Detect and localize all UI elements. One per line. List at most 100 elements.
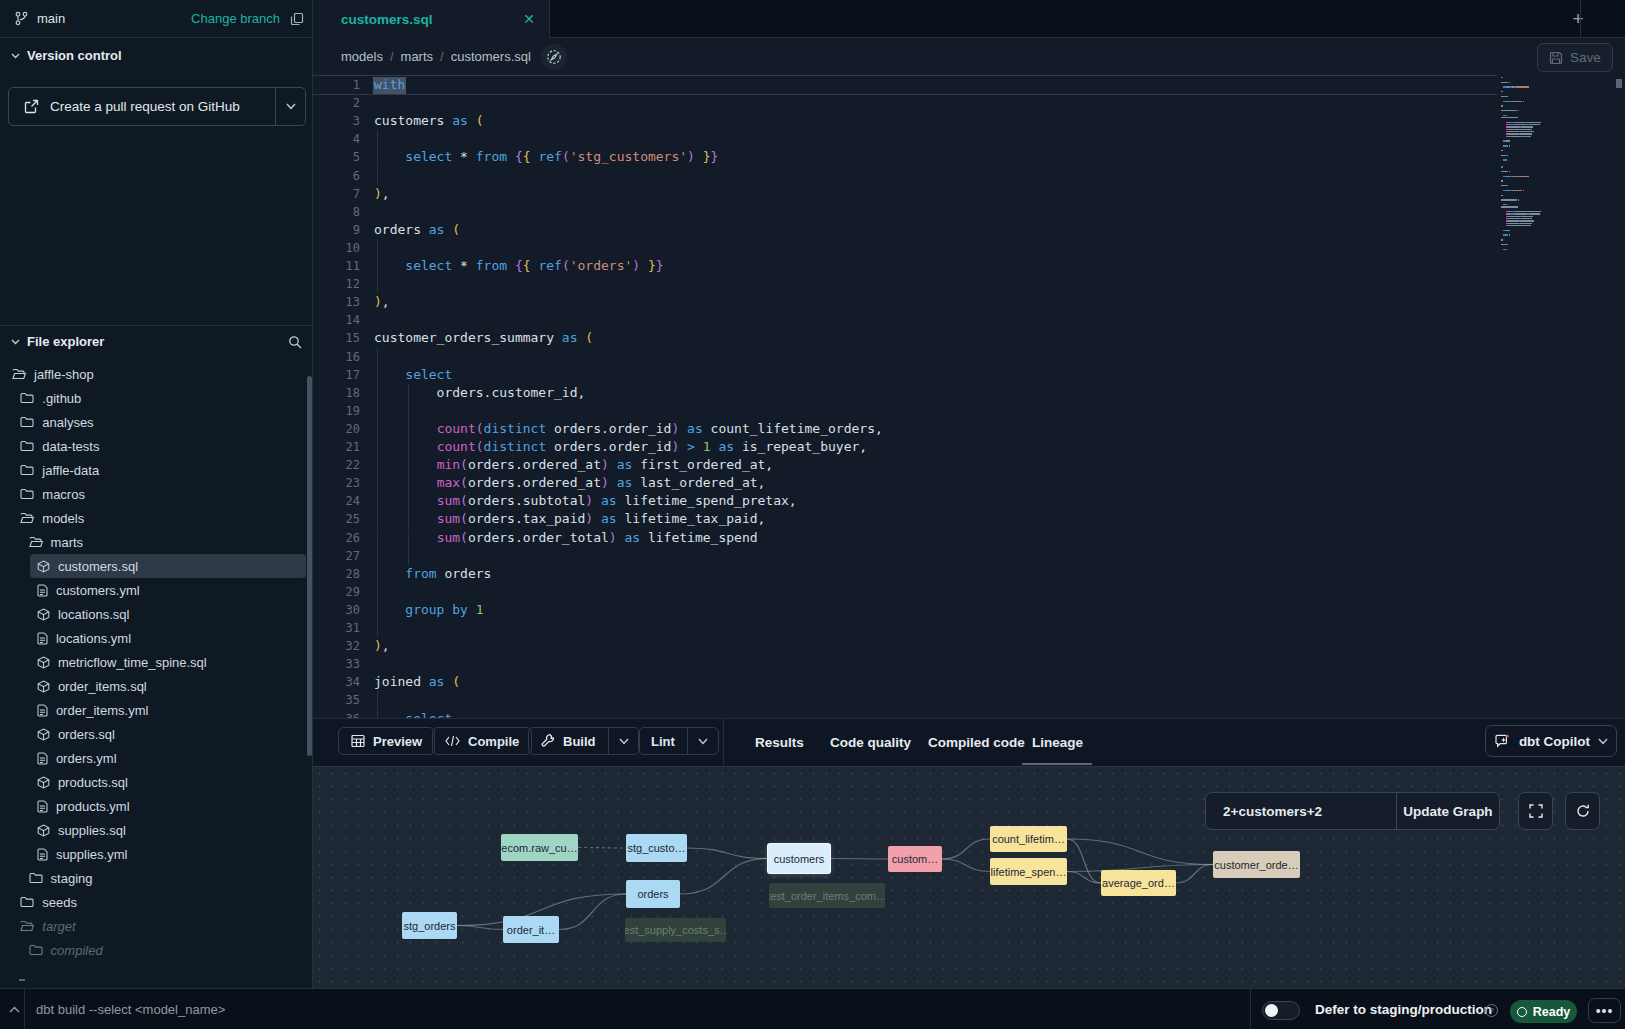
tab-lineage[interactable]: Lineage: [1032, 719, 1083, 765]
lint-dropdown-chevron[interactable]: [687, 728, 718, 754]
tab-compiled-code[interactable]: Compiled code: [928, 719, 1025, 765]
close-icon[interactable]: ✕: [523, 11, 535, 27]
model-cube-icon: [37, 680, 50, 693]
tab-bar: customers.sql ✕ +: [313, 0, 1625, 38]
version-control-title: Version control: [27, 48, 122, 63]
file-tree-item[interactable]: order_items.yml: [0, 698, 312, 722]
more-options-button[interactable]: •••: [1588, 998, 1621, 1023]
lint-button[interactable]: Lint: [638, 727, 719, 755]
chevron-down-icon: [1598, 738, 1608, 745]
tab-results[interactable]: Results: [755, 719, 804, 765]
ready-status-badge[interactable]: Ready: [1510, 1000, 1577, 1023]
lineage-node[interactable]: count_lifetim…: [990, 826, 1067, 852]
lineage-compass-icon[interactable]: [541, 44, 567, 70]
compile-button[interactable]: Compile: [432, 727, 532, 755]
preview-button[interactable]: Preview: [338, 727, 435, 755]
file-tree-item[interactable]: customers.yml: [0, 578, 312, 602]
lineage-node[interactable]: lifetime_spen…: [990, 858, 1067, 885]
breadcrumb-item[interactable]: marts: [401, 49, 434, 64]
file-tree-item[interactable]: models: [0, 506, 312, 530]
file-tree-item[interactable]: supplies.yml: [0, 842, 312, 866]
file-tree-item[interactable]: analyses: [0, 410, 312, 434]
file-tree-item[interactable]: jaffle-shop: [0, 362, 312, 386]
model-cube-icon: [37, 824, 50, 837]
lineage-node[interactable]: test_order_items_com…: [769, 883, 885, 908]
file-explorer-header[interactable]: File explorer: [11, 334, 302, 349]
file-tree-item[interactable]: .github: [0, 386, 312, 410]
file-tree-item[interactable]: data-tests: [0, 434, 312, 458]
lineage-node[interactable]: average_ord…: [1101, 870, 1176, 896]
file-tree-item[interactable]: customers.sql: [0, 554, 312, 578]
file-tree-item[interactable]: locations.sql: [0, 602, 312, 626]
file-tree-item[interactable]: locations.yml: [0, 626, 312, 650]
tab-code-quality[interactable]: Code quality: [830, 719, 911, 765]
create-pr-button[interactable]: Create a pull request on GitHub: [8, 87, 306, 126]
lineage-node[interactable]: ecom.raw_cu…: [501, 834, 578, 861]
build-button[interactable]: Build: [528, 727, 640, 755]
lineage-node[interactable]: orders: [626, 880, 680, 908]
version-control-header[interactable]: Version control: [11, 48, 301, 63]
build-dropdown-chevron[interactable]: [608, 728, 639, 754]
pr-dropdown-chevron[interactable]: [275, 88, 305, 125]
file-tree-item[interactable]: marts: [0, 530, 312, 554]
file-tree-item[interactable]: products.sql: [0, 770, 312, 794]
file-tree-item[interactable]: target: [0, 914, 312, 938]
wrench-icon: [541, 734, 555, 748]
refresh-button[interactable]: [1565, 792, 1600, 830]
chevron-down-icon: [11, 53, 20, 59]
file-tree-item[interactable]: jaffle-data: [0, 458, 312, 482]
file-doc-icon: [37, 752, 48, 765]
tab-customers-sql[interactable]: customers.sql ✕: [313, 0, 550, 38]
create-pr-button-main[interactable]: Create a pull request on GitHub: [9, 88, 275, 125]
save-button[interactable]: Save: [1537, 43, 1613, 72]
search-icon[interactable]: [288, 335, 302, 349]
file-tree-item[interactable]: products.yml: [0, 794, 312, 818]
copy-icon[interactable]: [290, 12, 304, 26]
breadcrumb-item[interactable]: models: [341, 49, 383, 64]
file-tree-item[interactable]: metricflow_time_spine.sql: [0, 650, 312, 674]
model-cube-icon: [37, 560, 50, 573]
code-editor[interactable]: 1234567891011121314151617181920212223242…: [313, 75, 1625, 718]
file-tree-item[interactable]: supplies.sql: [0, 818, 312, 842]
file-tree-item[interactable]: orders.yml: [0, 746, 312, 770]
editor-scrollbar[interactable]: [1616, 79, 1622, 88]
lineage-node[interactable]: test_supply_costs_s…: [625, 918, 726, 942]
file-tree-item[interactable]: seeds: [0, 890, 312, 914]
fullscreen-icon: [1529, 804, 1543, 818]
help-icon[interactable]: ?: [1485, 1004, 1498, 1017]
lineage-node[interactable]: order_it…: [503, 916, 559, 943]
file-tree-item[interactable]: macros: [0, 482, 312, 506]
lineage-node[interactable]: custom…: [888, 846, 942, 872]
breadcrumb-item[interactable]: customers.sql: [451, 49, 531, 64]
file-tree-item[interactable]: staging: [0, 866, 312, 890]
new-tab-button[interactable]: +: [1565, 6, 1591, 32]
sidebar-scrollbar[interactable]: [307, 376, 312, 756]
file-tree-item[interactable]: order_items.sql: [0, 674, 312, 698]
lineage-panel[interactable]: ecom.raw_cu… stg_custo… stg_orders order_it…: [313, 766, 1625, 988]
minimap[interactable]: [1497, 77, 1613, 277]
ready-ring-icon: [1517, 1007, 1527, 1017]
tab-title: customers.sql: [341, 12, 433, 27]
lineage-node[interactable]: customer_orde…: [1213, 851, 1300, 878]
change-branch-link[interactable]: Change branch: [191, 11, 280, 26]
fullscreen-button[interactable]: [1518, 792, 1553, 830]
lineage-node[interactable]: stg_orders: [402, 912, 457, 939]
lineage-selector-input[interactable]: 2+customers+2: [1206, 793, 1396, 829]
update-graph-button[interactable]: Update Graph: [1396, 793, 1499, 829]
code-content[interactable]: withcustomers as ( select * from {{ ref(…: [374, 75, 1625, 718]
command-input[interactable]: dbt build --select <model_name>: [36, 989, 225, 1029]
model-cube-icon: [37, 656, 50, 669]
lineage-node[interactable]: customers: [768, 844, 830, 873]
file-tree-item[interactable]: compiled: [0, 938, 312, 962]
toolstrip: Preview Compile Build Lint Results Code …: [313, 718, 1625, 766]
expand-panel-chevron[interactable]: [9, 989, 20, 1029]
file-tree-item[interactable]: orders.sql: [0, 722, 312, 746]
lineage-node[interactable]: stg_custo…: [626, 834, 687, 862]
chevron-down-icon: [698, 738, 708, 745]
chevron-down-icon: [619, 738, 629, 745]
lineage-selector: 2+customers+2 Update Graph: [1205, 792, 1500, 830]
folder-icon: [20, 392, 34, 404]
defer-toggle[interactable]: [1262, 1001, 1300, 1020]
dbt-copilot-button[interactable]: dbt Copilot: [1485, 725, 1617, 757]
partial-row: [19, 979, 25, 981]
